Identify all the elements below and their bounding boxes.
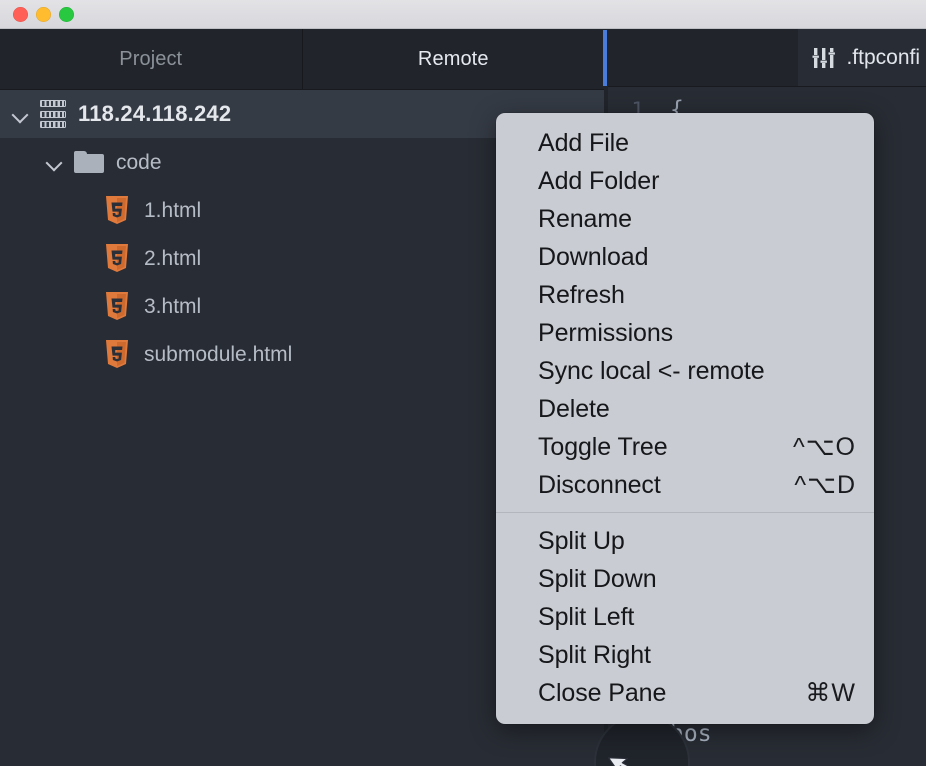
dock-tabbar: Project Remote	[0, 29, 604, 90]
menu-item-label: Refresh	[538, 280, 625, 309]
html5-file-icon	[104, 243, 130, 273]
menu-item-label: Sync local <- remote	[538, 356, 765, 385]
tree-item-server-label: 118.24.118.242	[78, 101, 232, 126]
menu-item-disconnect[interactable]: Disconnect ^⌥D	[496, 466, 874, 504]
menu-item-delete[interactable]: Delete	[496, 390, 874, 428]
menu-item-refresh[interactable]: Refresh	[496, 276, 874, 314]
editor-tab-ftpconfig[interactable]: .ftpconfi	[798, 29, 926, 86]
menu-item-label: Split Left	[538, 602, 635, 631]
menu-item-sync-local-from-remote[interactable]: Sync local <- remote	[496, 352, 874, 390]
menu-item-label: Toggle Tree	[538, 432, 668, 461]
active-pane-accent-bar	[603, 30, 607, 86]
menu-item-label: Split Up	[538, 526, 625, 555]
html5-file-icon	[104, 195, 130, 225]
menu-item-label: Disconnect	[538, 470, 661, 499]
context-menu-group-pane: Split Up Split Down Split Left Split Rig…	[496, 512, 874, 712]
context-menu-group-file: Add File Add Folder Rename Download Refr…	[496, 124, 874, 504]
tab-remote[interactable]: Remote	[302, 29, 604, 89]
menu-item-split-down[interactable]: Split Down	[496, 560, 874, 598]
menu-item-permissions[interactable]: Permissions	[496, 314, 874, 352]
chevron-down-icon[interactable]	[44, 151, 66, 173]
sliders-icon	[812, 46, 836, 70]
menu-item-add-file[interactable]: Add File	[496, 124, 874, 162]
menu-item-label: Permissions	[538, 318, 674, 347]
tab-project[interactable]: Project	[0, 29, 303, 89]
html5-file-icon	[104, 291, 130, 321]
menu-item-label: Add Folder	[538, 166, 660, 195]
server-icon	[40, 100, 66, 128]
menu-item-shortcut: ⌘W	[805, 679, 856, 707]
menu-item-download[interactable]: Download	[496, 238, 874, 276]
chevron-down-icon[interactable]	[10, 103, 32, 125]
tree-item-file-3-label: 3.html	[144, 294, 202, 318]
menu-item-add-folder[interactable]: Add Folder	[496, 162, 874, 200]
tree-item-file-2-label: 2.html	[144, 246, 202, 270]
zoom-window-button[interactable]	[59, 7, 74, 22]
menu-item-label: Close Pane	[538, 678, 667, 707]
traffic-light-group	[13, 7, 74, 22]
html5-file-icon	[104, 339, 130, 369]
menu-item-split-up[interactable]: Split Up	[496, 522, 874, 560]
menu-item-close-pane[interactable]: Close Pane ⌘W	[496, 674, 874, 712]
minimize-window-button[interactable]	[36, 7, 51, 22]
menu-item-label: Delete	[538, 394, 610, 423]
folder-icon	[74, 150, 104, 174]
editor-tab-label: .ftpconfi	[846, 45, 920, 69]
menu-item-shortcut: ^⌥O	[793, 433, 856, 461]
menu-item-split-right[interactable]: Split Right	[496, 636, 874, 674]
tree-item-file-submodule-label: submodule.html	[144, 342, 293, 366]
menu-item-label: Split Down	[538, 564, 657, 593]
editor-tabbar: .ftpconfi	[608, 29, 926, 87]
line-text: meo	[652, 758, 926, 766]
tab-remote-label: Remote	[417, 47, 489, 70]
menu-item-rename[interactable]: Rename	[496, 200, 874, 238]
menu-item-split-left[interactable]: Split Left	[496, 598, 874, 636]
close-window-button[interactable]	[13, 7, 28, 22]
menu-item-shortcut: ^⌥D	[794, 471, 856, 499]
context-menu[interactable]: Add File Add Folder Rename Download Refr…	[496, 113, 874, 724]
tab-project-label: Project	[119, 47, 183, 70]
menu-item-toggle-tree[interactable]: Toggle Tree ^⌥O	[496, 428, 874, 466]
menu-item-label: Add File	[538, 128, 629, 157]
menu-item-label: Download	[538, 242, 649, 271]
tree-item-file-1-label: 1.html	[144, 198, 202, 222]
tree-item-folder-code-label: code	[116, 150, 162, 174]
menu-item-label: Split Right	[538, 640, 651, 669]
app-window: Project Remote 118.24.118.242 code 1.htm…	[0, 0, 926, 766]
menu-item-label: Rename	[538, 204, 632, 233]
window-titlebar	[0, 0, 926, 29]
